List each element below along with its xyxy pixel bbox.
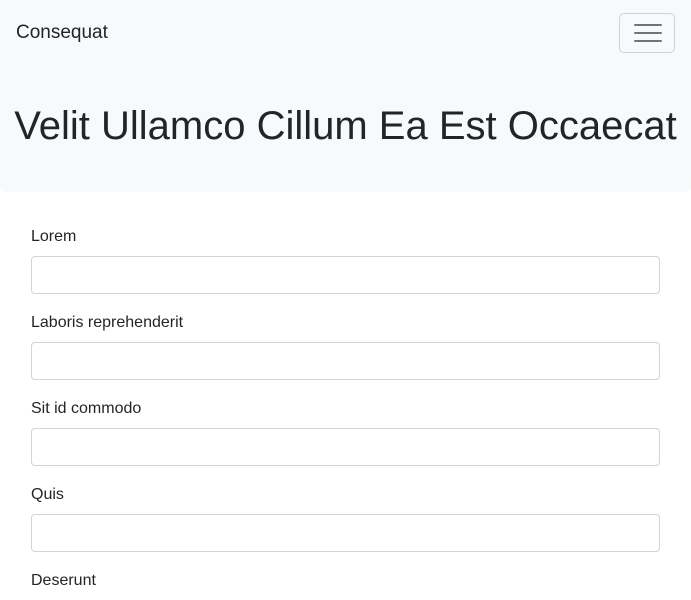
lorem-input[interactable] <box>31 256 660 294</box>
page-title: Velit Ullamco Cillum Ea Est Occaecat <box>14 104 677 148</box>
lorem-label: Lorem <box>31 228 77 245</box>
page: Consequat Velit Ullamco Cillum Ea Est Oc… <box>0 0 691 600</box>
deserunt-label: Deserunt <box>31 572 96 589</box>
navbar-toggler-button[interactable] <box>619 13 675 53</box>
navbar-brand[interactable]: Consequat <box>16 21 108 45</box>
hamburger-menu-icon <box>634 24 662 42</box>
navbar: Consequat <box>0 0 691 66</box>
laboris-reprehenderit-input[interactable] <box>31 342 660 380</box>
quis-label: Quis <box>31 486 64 503</box>
quis-input[interactable] <box>31 514 660 552</box>
sit-id-commodo-input[interactable] <box>31 428 660 466</box>
jumbotron: Velit Ullamco Cillum Ea Est Occaecat <box>0 66 691 192</box>
laboris-reprehenderit-label: Laboris reprehenderit <box>31 314 184 331</box>
sit-id-commodo-label: Sit id commodo <box>31 400 142 417</box>
